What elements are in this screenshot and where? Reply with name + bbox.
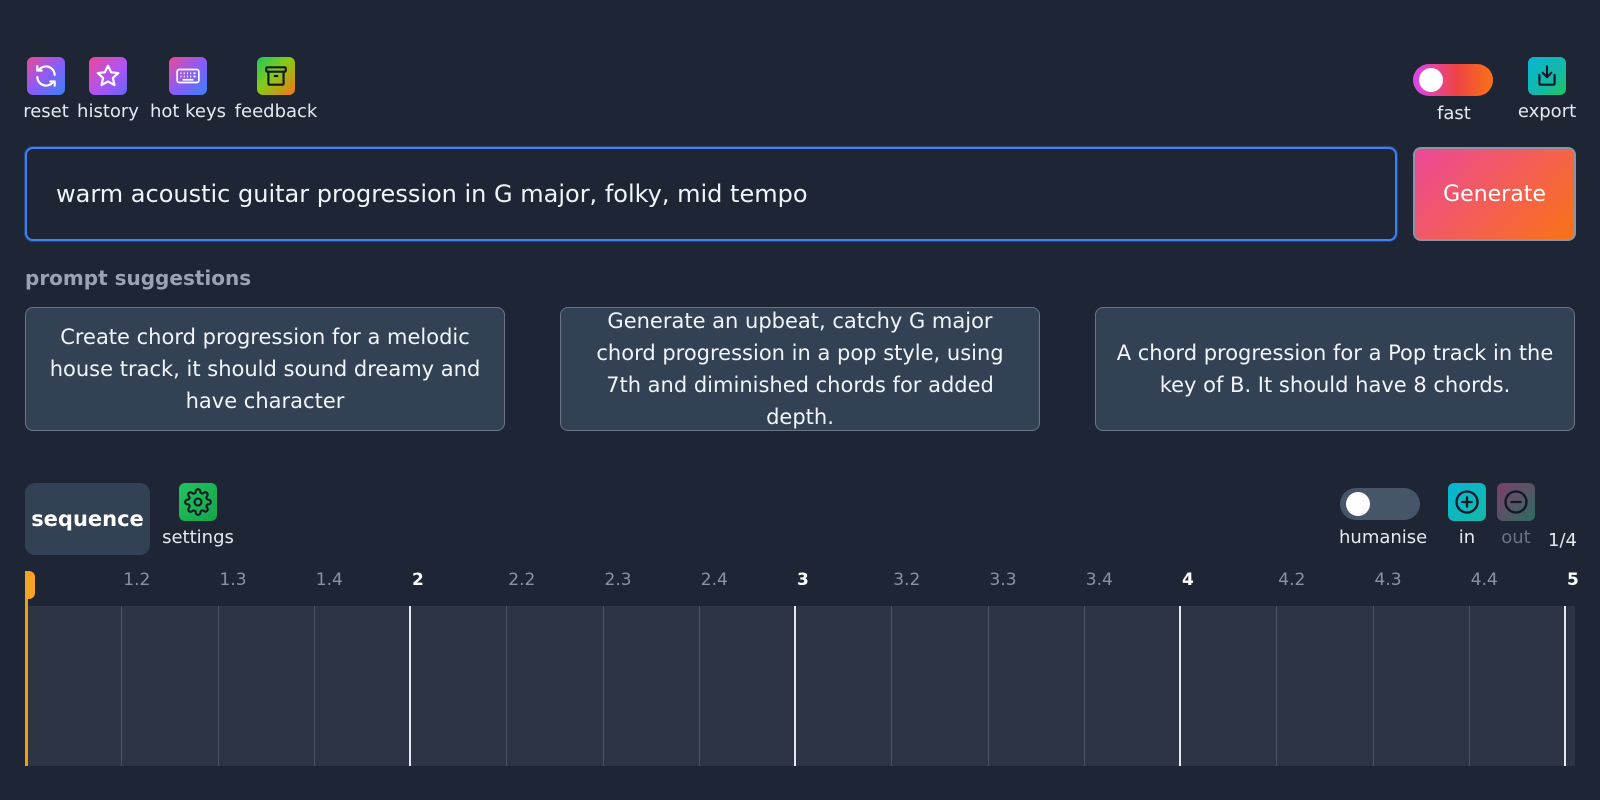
- ruler-tick-label: 4: [1182, 570, 1194, 590]
- playhead-line: [25, 578, 28, 766]
- prompt-field[interactable]: [25, 147, 1397, 241]
- bar-gridline: [794, 606, 796, 766]
- humanise-toggle-knob: [1346, 492, 1370, 516]
- reset-button[interactable]: reset: [23, 57, 69, 122]
- ruler-tick-label: 2: [412, 570, 424, 590]
- humanise-label: humanise: [1339, 527, 1428, 548]
- ruler-tick-label: 4.2: [1278, 570, 1306, 590]
- zoom-in-button[interactable]: in: [1447, 483, 1487, 548]
- beat-gridline: [987, 606, 989, 766]
- keyboard-icon: [169, 57, 207, 95]
- beat-gridline: [506, 606, 508, 766]
- feedback-button[interactable]: feedback: [234, 57, 318, 122]
- history-button[interactable]: history: [77, 57, 139, 122]
- history-label: history: [77, 101, 139, 122]
- ruler-tick-label: 2.3: [604, 570, 632, 590]
- star-icon: [89, 57, 127, 95]
- ruler-tick-label: 3.4: [1085, 570, 1113, 590]
- refresh-icon: [27, 57, 65, 95]
- beat-gridline: [1083, 606, 1085, 766]
- fast-label: fast: [1437, 103, 1471, 124]
- beat-gridline: [602, 606, 604, 766]
- beat-gridline: [313, 606, 315, 766]
- zoom-out-label: out: [1501, 527, 1531, 548]
- zoom-level: 1/4: [1548, 530, 1577, 551]
- ruler-tick-label: 5: [1567, 570, 1579, 590]
- ruler-tick-label: 3.3: [989, 570, 1017, 590]
- zoom-out-button[interactable]: out: [1496, 483, 1536, 548]
- export-button[interactable]: export: [1517, 57, 1577, 122]
- beat-gridline: [1468, 606, 1470, 766]
- ruler-tick-label: 1.2: [123, 570, 151, 590]
- hot-keys-button[interactable]: hot keys: [149, 57, 227, 122]
- prompt-input[interactable]: [54, 179, 1395, 209]
- sequence-tab[interactable]: sequence: [25, 483, 150, 555]
- hot-keys-label: hot keys: [149, 101, 227, 122]
- suggestion-card[interactable]: Create chord progression for a melodic h…: [25, 307, 505, 431]
- plus-circle-icon: [1448, 483, 1486, 521]
- gear-icon: [179, 483, 217, 521]
- ruler-tick-label: 4.3: [1374, 570, 1402, 590]
- settings-button[interactable]: settings: [162, 483, 234, 548]
- ruler-tick-label: 2.2: [508, 570, 536, 590]
- ruler-tick-label: 3: [797, 570, 809, 590]
- beat-gridline: [891, 606, 893, 766]
- sequence-timeline[interactable]: [25, 606, 1575, 766]
- fast-toggle[interactable]: [1413, 64, 1493, 96]
- beat-gridline: [217, 606, 219, 766]
- archive-box-icon: [257, 57, 295, 95]
- bar-gridline: [1179, 606, 1181, 766]
- suggestion-card[interactable]: A chord progression for a Pop track in t…: [1095, 307, 1575, 431]
- ruler-tick-label: 1.3: [219, 570, 247, 590]
- ruler-tick-label: 3.2: [893, 570, 921, 590]
- ruler-tick-label: 1.4: [315, 570, 343, 590]
- ruler-tick-label: 2.4: [700, 570, 728, 590]
- bar-gridline: [1564, 606, 1566, 766]
- beat-gridline: [1276, 606, 1278, 766]
- fast-toggle-knob: [1419, 68, 1443, 92]
- beat-gridline: [1372, 606, 1374, 766]
- generate-button[interactable]: Generate: [1413, 147, 1576, 241]
- beat-gridline: [121, 606, 123, 766]
- export-label: export: [1517, 101, 1577, 122]
- feedback-label: feedback: [234, 101, 318, 122]
- reset-label: reset: [23, 101, 69, 122]
- humanise-toggle[interactable]: [1340, 488, 1420, 520]
- playhead-handle[interactable]: [25, 571, 35, 599]
- settings-label: settings: [162, 527, 234, 548]
- prompt-suggestions-title: prompt suggestions: [25, 266, 252, 290]
- suggestion-card[interactable]: Generate an upbeat, catchy G major chord…: [560, 307, 1040, 431]
- ruler-tick-label: 4.4: [1470, 570, 1498, 590]
- download-tray-icon: [1528, 57, 1566, 95]
- bar-gridline: [409, 606, 411, 766]
- minus-circle-icon: [1497, 483, 1535, 521]
- beat-gridline: [698, 606, 700, 766]
- zoom-in-label: in: [1458, 527, 1476, 548]
